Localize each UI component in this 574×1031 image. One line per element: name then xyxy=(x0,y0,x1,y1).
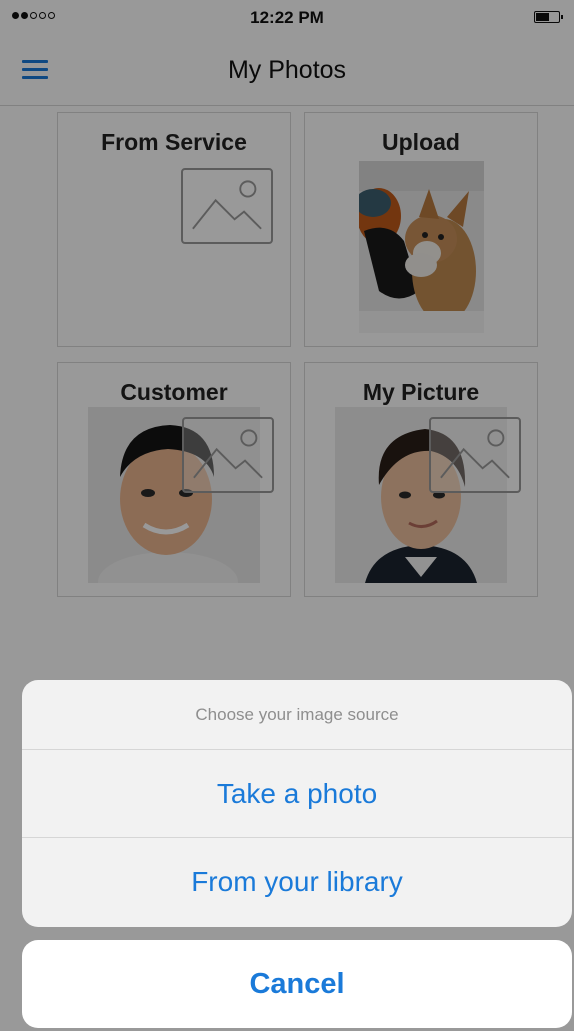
action-sheet-title: Choose your image source xyxy=(22,680,572,750)
from-library-option[interactable]: From your library xyxy=(22,838,572,926)
cancel-button[interactable]: Cancel xyxy=(22,940,572,1028)
action-sheet: Choose your image source Take a photo Fr… xyxy=(22,680,572,927)
take-photo-option[interactable]: Take a photo xyxy=(22,750,572,838)
